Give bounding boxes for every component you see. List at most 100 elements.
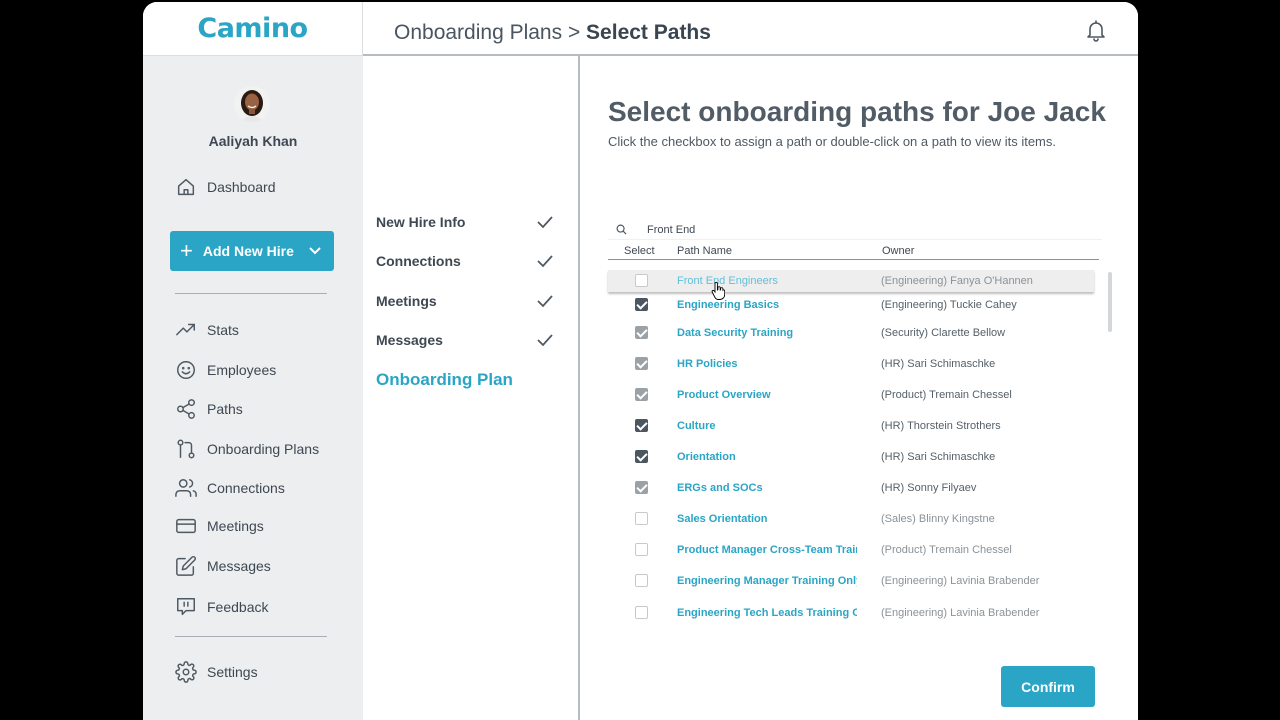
row-checkbox[interactable] (635, 481, 648, 494)
sidebar-item-meetings[interactable]: Meetings (175, 515, 264, 537)
sidebar-item-label: Paths (207, 401, 243, 417)
path-owner: (Engineering) Tuckie Cahey (881, 299, 1017, 311)
column-owner: Owner (882, 245, 915, 257)
breadcrumb-parent[interactable]: Onboarding Plans > (394, 21, 586, 44)
table-row[interactable]: Culture (HR) Thorstein Strothers (608, 415, 1094, 437)
check-icon (537, 295, 553, 308)
row-checkbox[interactable] (635, 419, 648, 432)
home-icon (177, 178, 195, 196)
breadcrumb: Onboarding Plans > Select Paths (394, 21, 711, 45)
table-row[interactable]: Front End Engineers (Engineering) Fanya O… (608, 270, 1094, 292)
camino-logo[interactable]: Camino (197, 13, 308, 44)
row-checkbox[interactable] (635, 357, 648, 370)
table-row[interactable]: Orientation (HR) Sari Schimaschke (608, 446, 1094, 468)
step-connections[interactable]: Connections (376, 253, 554, 269)
top-bar: Onboarding Plans > Select Paths (363, 2, 1138, 56)
table-row[interactable]: Sales Orientation (Sales) Blinny Kingstne (608, 508, 1094, 530)
sidebar-item-label: Settings (207, 664, 258, 680)
path-owner: (HR) Sari Schimaschke (881, 358, 996, 370)
path-name[interactable]: Product Overview (677, 389, 857, 401)
path-name[interactable]: Orientation (677, 451, 857, 463)
path-name[interactable]: Product Manager Cross-Team Training (677, 544, 857, 556)
git-branch-icon (177, 439, 195, 459)
sidebar-item-settings[interactable]: Settings (175, 661, 258, 683)
sidebar-item-label: Meetings (207, 518, 264, 534)
row-checkbox[interactable] (635, 606, 648, 619)
sidebar-item-paths[interactable]: Paths (175, 398, 243, 420)
sidebar-item-label: Messages (207, 558, 271, 574)
row-checkbox[interactable] (635, 574, 648, 587)
path-name[interactable]: HR Policies (677, 358, 857, 370)
table-row[interactable]: Data Security Training (Security) Clarett… (608, 322, 1094, 344)
table-row[interactable]: Engineering Basics (Engineering) Tuckie C… (608, 294, 1094, 316)
row-checkbox[interactable] (635, 326, 648, 339)
edit-icon (176, 556, 196, 576)
column-select: Select (624, 245, 655, 257)
table-row[interactable]: Product Overview (Product) Tremain Chesse… (608, 384, 1094, 406)
add-new-hire-label: Add New Hire (202, 243, 294, 259)
row-checkbox[interactable] (635, 298, 648, 311)
path-owner: (Engineering) Fanya O'Hannen (881, 275, 1033, 287)
users-icon (175, 479, 197, 497)
hand-cursor-icon (711, 282, 725, 300)
search-bar[interactable]: Front End (608, 220, 1102, 240)
card-icon (176, 518, 196, 534)
sidebar-item-employees[interactable]: Employees (175, 359, 276, 381)
chevron-down-icon (309, 247, 321, 255)
page-subtitle: Click the checkbox to assign a path or d… (608, 134, 1056, 149)
check-icon (537, 334, 553, 347)
path-name[interactable]: Data Security Training (677, 327, 857, 339)
step-onboarding-plan[interactable]: Onboarding Plan (376, 370, 554, 390)
sidebar-item-dashboard[interactable]: Dashboard (175, 176, 276, 198)
sidebar-item-label: Employees (207, 362, 277, 378)
table-row[interactable]: Engineering Manager Training Only (Engine… (608, 570, 1094, 592)
step-meetings[interactable]: Meetings (376, 293, 554, 309)
bell-icon[interactable] (1086, 20, 1106, 42)
path-name[interactable]: Engineering Manager Training Only (677, 575, 857, 587)
path-name[interactable]: Engineering Basics (677, 299, 857, 311)
row-checkbox[interactable] (635, 274, 648, 287)
logo-area: Camino (143, 2, 363, 56)
divider (175, 636, 327, 637)
step-messages[interactable]: Messages (376, 332, 554, 348)
check-icon (537, 255, 553, 268)
chat-icon (177, 598, 195, 616)
sidebar-item-label: Dashboard (207, 179, 276, 195)
row-checkbox[interactable] (635, 388, 648, 401)
path-name[interactable]: Culture (677, 420, 857, 432)
sidebar-item-onboarding-plans[interactable]: Onboarding Plans (175, 438, 319, 460)
avatar[interactable] (234, 86, 270, 122)
path-name[interactable]: Engineering Tech Leads Training Only (677, 607, 857, 619)
path-owner: (HR) Thorstein Strothers (881, 420, 1001, 432)
trending-up-icon (176, 323, 195, 336)
step-label: Connections (376, 253, 461, 269)
step-label: New Hire Info (376, 214, 466, 230)
plus-icon: + (180, 238, 193, 263)
sidebar-item-messages[interactable]: Messages (175, 555, 271, 577)
path-name[interactable]: Front End Engineers (677, 275, 857, 287)
sidebar-item-feedback[interactable]: Feedback (175, 596, 268, 618)
add-new-hire-button[interactable]: + Add New Hire (170, 231, 334, 271)
row-checkbox[interactable] (635, 512, 648, 525)
sidebar-item-label: Stats (207, 322, 239, 338)
row-checkbox[interactable] (635, 543, 648, 556)
path-owner: (HR) Sari Schimaschke (881, 451, 996, 463)
path-name[interactable]: ERGs and SOCs (677, 482, 857, 494)
table-row[interactable]: ERGs and SOCs (HR) Sonny Filyaev (608, 477, 1094, 499)
table-row[interactable]: HR Policies (HR) Sari Schimaschke (608, 353, 1094, 375)
search-input[interactable]: Front End (647, 224, 695, 236)
table-row[interactable]: Engineering Tech Leads Training Only (Eng… (608, 602, 1094, 624)
path-name[interactable]: Sales Orientation (677, 513, 857, 525)
row-checkbox[interactable] (635, 450, 648, 463)
column-path-name: Path Name (677, 245, 733, 257)
share-icon (177, 399, 195, 419)
table-row[interactable]: Product Manager Cross-Team Training (Prod… (608, 539, 1094, 561)
step-new-hire-info[interactable]: New Hire Info (376, 214, 554, 230)
sidebar-item-connections[interactable]: Connections (175, 477, 285, 499)
sidebar-item-label: Feedback (207, 599, 269, 615)
sidebar-item-stats[interactable]: Stats (175, 319, 239, 341)
scrollbar[interactable] (1108, 272, 1112, 332)
smiley-icon (177, 361, 195, 379)
confirm-button[interactable]: Confirm (1001, 666, 1095, 707)
divider (175, 293, 327, 294)
